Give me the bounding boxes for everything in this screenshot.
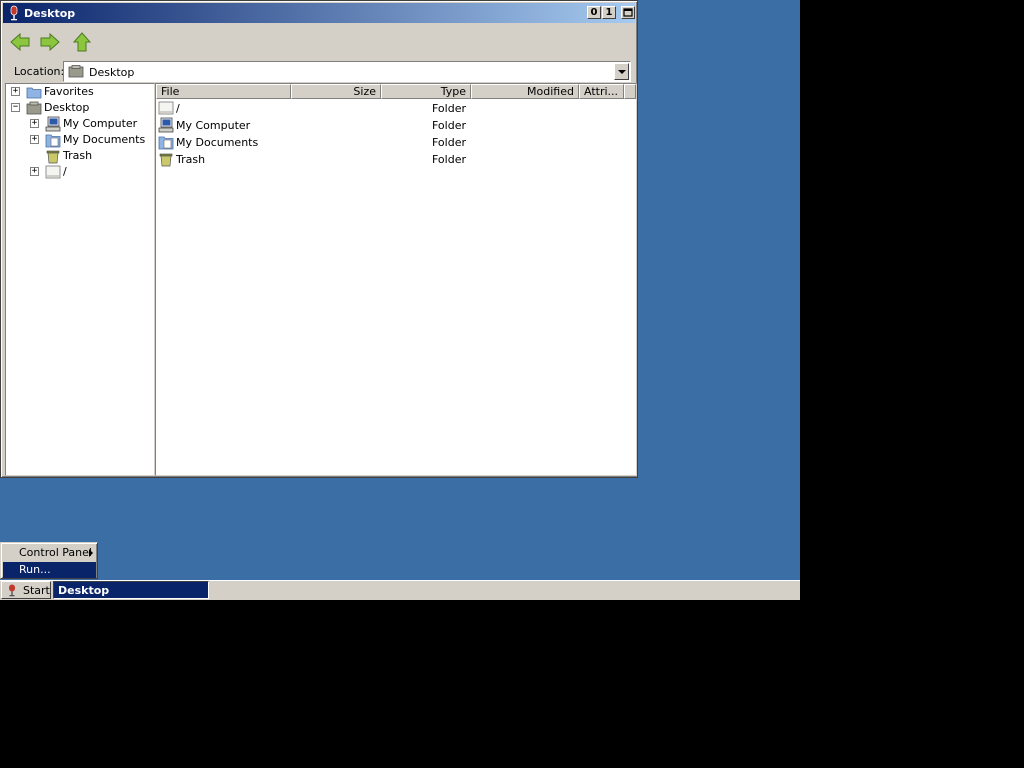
tree-item-desktop[interactable]: − Desktop <box>6 100 154 116</box>
mic-icon <box>10 5 18 21</box>
tree-item-trash[interactable]: Trash <box>6 148 154 164</box>
start-button[interactable]: Start <box>1 581 51 599</box>
maximize-button[interactable] <box>621 6 635 19</box>
computer-icon <box>158 117 174 133</box>
window-titlebar[interactable]: Desktop 0 1 <box>3 3 635 23</box>
column-type[interactable]: Type <box>381 84 471 99</box>
trash-icon <box>46 150 60 164</box>
documents-icon <box>158 136 174 150</box>
tree-item-label: Favorites <box>44 85 94 98</box>
file-type: Folder <box>432 136 466 149</box>
column-file[interactable]: File <box>156 84 291 99</box>
location-value: Desktop <box>89 66 135 79</box>
file-list[interactable]: File Size Type Modified Attri... / Folde… <box>155 83 637 476</box>
location-combobox[interactable]: Desktop <box>63 61 631 82</box>
tree-item-my-computer[interactable]: + My Computer <box>6 116 154 132</box>
drive-icon <box>45 165 61 179</box>
expand-icon[interactable]: + <box>30 135 39 144</box>
column-attributes[interactable]: Attri... <box>579 84 624 99</box>
file-type: Folder <box>432 119 466 132</box>
start-menu: Control Panel Run... <box>0 542 98 579</box>
back-arrow-icon[interactable] <box>9 31 31 53</box>
menu-item-control-panel[interactable]: Control Panel <box>3 545 96 561</box>
taskbar-task-desktop[interactable]: Desktop <box>53 581 209 599</box>
expand-icon[interactable]: + <box>11 87 20 96</box>
tree-item-my-documents[interactable]: + My Documents <box>6 132 154 148</box>
column-size[interactable]: Size <box>291 84 381 99</box>
computer-icon <box>45 116 61 132</box>
collapse-icon[interactable]: − <box>11 103 20 112</box>
drive-icon <box>158 101 174 115</box>
file-row[interactable]: Trash Folder <box>156 151 636 168</box>
file-name: Trash <box>176 153 206 166</box>
file-row[interactable]: / Folder <box>156 100 636 117</box>
tree-item-label: Desktop <box>44 101 90 114</box>
file-name: My Computer <box>176 119 251 132</box>
folder-tree[interactable]: + Favorites − Desktop + My Computer + My… <box>5 83 155 476</box>
maximize-icon <box>623 8 633 17</box>
task-label: Desktop <box>58 584 110 597</box>
taskbar: Start Desktop <box>0 580 800 600</box>
column-header: File Size Type Modified Attri... <box>156 84 636 99</box>
tree-item-favorites[interactable]: + Favorites <box>6 84 154 100</box>
tree-item-label: / <box>63 165 67 178</box>
expand-icon[interactable]: + <box>30 119 39 128</box>
desktop-icon <box>68 65 84 78</box>
minimize-button[interactable]: 0 <box>587 6 601 19</box>
column-filler <box>624 84 636 99</box>
file-manager-window: Desktop 0 1 Location: Desktop + Favorite… <box>0 0 638 478</box>
tree-item-label: My Computer <box>63 117 138 130</box>
restore-button[interactable]: 1 <box>602 6 616 19</box>
tree-item-label: My Documents <box>63 133 146 146</box>
location-label: Location: <box>14 65 65 78</box>
mic-icon <box>9 584 15 597</box>
up-arrow-icon[interactable] <box>71 31 93 53</box>
menu-item-run[interactable]: Run... <box>3 562 96 578</box>
file-row[interactable]: My Computer Folder <box>156 117 636 134</box>
desktop-icon <box>26 101 42 115</box>
file-type: Folder <box>432 102 466 115</box>
documents-icon <box>45 134 61 148</box>
column-modified[interactable]: Modified <box>471 84 579 99</box>
file-name: My Documents <box>176 136 259 149</box>
trash-icon <box>159 153 173 167</box>
expand-icon[interactable]: + <box>30 167 39 176</box>
tree-item-root[interactable]: + / <box>6 164 154 180</box>
folder-icon <box>26 87 42 99</box>
forward-arrow-icon[interactable] <box>39 31 61 53</box>
start-label: Start <box>23 584 50 597</box>
window-title: Desktop <box>24 7 76 20</box>
file-row[interactable]: My Documents Folder <box>156 134 636 151</box>
file-type: Folder <box>432 153 466 166</box>
location-bar: Location: Desktop <box>8 61 632 83</box>
file-name: / <box>176 102 180 115</box>
location-dropdown-button[interactable] <box>614 63 629 80</box>
tree-item-label: Trash <box>63 149 93 162</box>
